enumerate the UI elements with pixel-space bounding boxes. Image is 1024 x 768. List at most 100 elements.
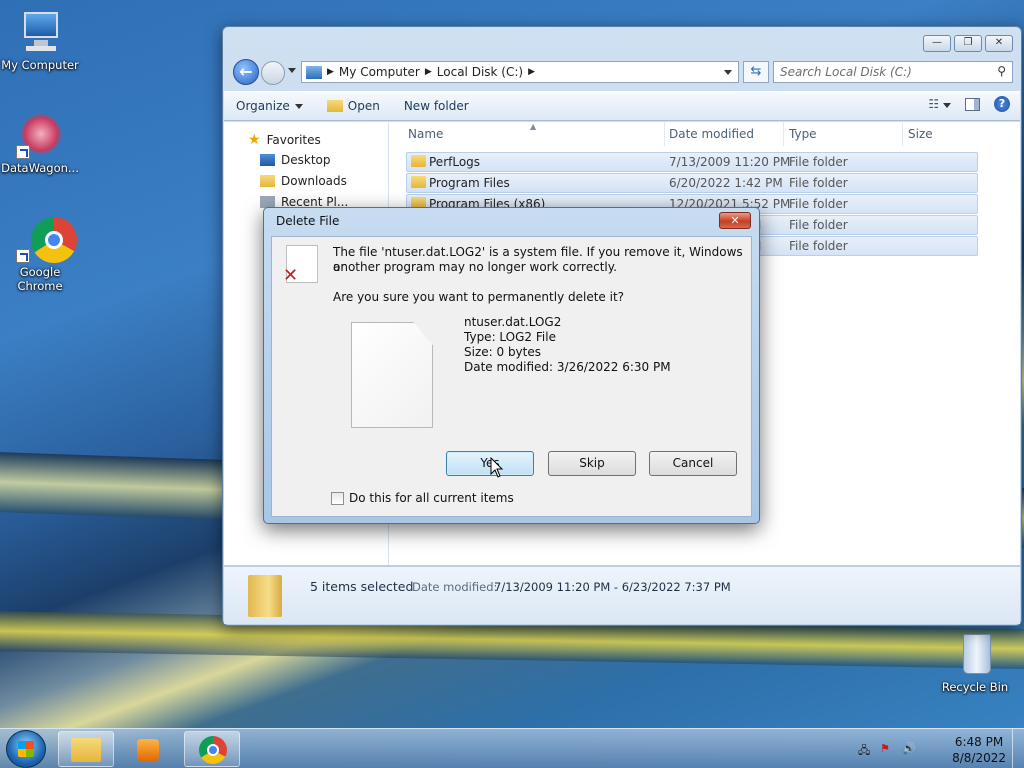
nav-label: Favorites [266, 133, 321, 147]
nav-label: Downloads [281, 174, 347, 188]
search-icon: ⚲ [997, 64, 1006, 78]
row-type: File folder [789, 155, 848, 169]
star-icon: ★ [248, 132, 261, 148]
minimize-button[interactable]: — [923, 35, 951, 52]
downloads-folder-icon [260, 175, 275, 187]
refresh-button[interactable]: ⇆ [743, 61, 769, 83]
forward-button[interactable] [261, 61, 285, 85]
search-input[interactable]: Search Local Disk (C:) ⚲ [773, 61, 1013, 83]
chevron-right-icon[interactable]: ▶ [425, 67, 432, 77]
taskbar-chrome-button[interactable] [184, 731, 240, 767]
apply-to-all-checkbox[interactable]: Do this for all current items [331, 491, 514, 505]
file-name: ntuser.dat.LOG2 [464, 315, 562, 329]
desktop-icon-datawagon[interactable]: DataWagon... [0, 113, 80, 175]
nav-desktop[interactable]: Desktop [260, 153, 331, 167]
start-button[interactable] [6, 730, 46, 768]
folder-icon [411, 176, 426, 188]
chevron-down-icon [294, 103, 303, 109]
open-button[interactable]: Open [315, 99, 392, 113]
row-type: File folder [789, 239, 848, 253]
recycle-bin-icon [951, 632, 999, 678]
cancel-button[interactable]: Cancel [649, 451, 737, 476]
breadcrumb-my-computer[interactable]: My Computer [334, 65, 425, 79]
checkbox-box[interactable] [331, 491, 344, 505]
shortcut-arrow-icon [16, 249, 30, 263]
view-options-button[interactable]: ☷ [928, 97, 951, 111]
organize-label: Organize [236, 99, 290, 113]
action-center-icon[interactable]: ⚑ [880, 742, 894, 755]
volume-icon[interactable]: 🔊 [902, 742, 916, 755]
taskbar: 🖧 ⚑ 🔊 6:48 PM 8/8/2022 [0, 728, 1024, 768]
search-placeholder: Search Local Disk (C:) [780, 65, 912, 79]
new-folder-button[interactable]: New folder [392, 99, 481, 113]
desktop-icon-label: DataWagon... [1, 161, 79, 175]
table-row[interactable]: PerfLogs 7/13/2009 11:20 PM File folder [406, 152, 978, 172]
recent-pages-dropdown[interactable] [288, 68, 296, 73]
explorer-folder-icon [71, 738, 101, 762]
network-icon[interactable]: 🖧 [858, 742, 872, 757]
taskbar-media-player-button[interactable] [120, 731, 176, 767]
desktop-icon-label: My Computer [1, 58, 79, 72]
system-tray: 🖧 ⚑ 🔊 6:48 PM 8/8/2022 [854, 729, 1024, 768]
desktop-icon-google-chrome[interactable]: Google Chrome [0, 217, 80, 293]
breadcrumb-local-disk[interactable]: Local Disk (C:) [432, 65, 528, 79]
column-header-date[interactable]: Date modified [669, 127, 754, 141]
computer-icon [16, 10, 64, 56]
chevron-right-icon[interactable]: ▶ [528, 67, 535, 77]
date-modified-value: 7/13/2009 11:20 PM - 6/23/2022 7:37 PM [494, 580, 731, 594]
desktop-icon-my-computer[interactable]: My Computer [0, 10, 80, 72]
nav-label: Desktop [281, 153, 331, 167]
clock-date: 8/8/2022 [952, 751, 1006, 765]
back-button[interactable]: ← [233, 59, 259, 85]
column-divider [783, 122, 784, 146]
folder-stack-icon [248, 575, 282, 617]
column-divider [664, 122, 665, 146]
maximize-button[interactable]: ❐ [954, 35, 982, 52]
nav-downloads[interactable]: Downloads [260, 174, 347, 188]
organize-button[interactable]: Organize [224, 99, 315, 113]
column-header-name[interactable]: Name [408, 127, 443, 141]
skip-button[interactable]: Skip [548, 451, 636, 476]
table-row[interactable]: Program Files 6/20/2022 1:42 PM File fol… [406, 173, 978, 193]
clock[interactable]: 6:48 PM 8/8/2022 [952, 734, 1006, 766]
row-name: PerfLogs [429, 155, 481, 169]
address-bar[interactable]: ▶ My Computer ▶ Local Disk (C:) ▶ [301, 61, 739, 83]
row-type: File folder [789, 197, 848, 211]
file-size: Size: 0 bytes [464, 345, 541, 359]
row-type: File folder [789, 218, 848, 232]
warning-message-line2: another program may no longer work corre… [333, 260, 617, 274]
address-dropdown[interactable] [724, 70, 732, 75]
selection-count: 5 items selected [310, 579, 414, 594]
preview-pane-button[interactable] [965, 97, 980, 111]
row-name: Program Files [429, 176, 510, 190]
file-type: Type: LOG2 File [464, 330, 556, 344]
chevron-right-icon[interactable]: ▶ [327, 67, 334, 77]
dialog-body: The file 'ntuser.dat.LOG2' is a system f… [271, 236, 752, 517]
delete-file-dialog: Delete File ✕ The file 'ntuser.dat.LOG2'… [263, 207, 760, 524]
dialog-close-button[interactable]: ✕ [719, 212, 751, 229]
close-button[interactable]: ✕ [985, 35, 1013, 52]
datawagon-icon [16, 113, 64, 159]
checkbox-label: Do this for all current items [349, 491, 514, 505]
mouse-cursor-icon [490, 457, 504, 478]
column-header-size[interactable]: Size [908, 127, 933, 141]
folder-open-icon [326, 100, 343, 112]
file-date-modified: Date modified: 3/26/2022 6:30 PM [464, 360, 671, 374]
navigation-bar: ← ▶ My Computer ▶ Local Disk (C:) ▶ ⇆ Se… [231, 59, 1013, 87]
date-modified-label: Date modified: [412, 580, 498, 594]
column-header-type[interactable]: Type [789, 127, 817, 141]
new-folder-label: New folder [403, 99, 469, 113]
window-controls: — ❐ ✕ [923, 35, 1013, 52]
dialog-title: Delete File [276, 214, 340, 228]
help-icon[interactable]: ? [994, 96, 1010, 112]
system-file-warning-icon [283, 245, 318, 286]
nav-favorites[interactable]: ★ Favorites [248, 132, 321, 148]
taskbar-explorer-button[interactable] [58, 731, 114, 767]
open-label: Open [347, 99, 380, 113]
row-date: 6/20/2022 1:42 PM [669, 176, 783, 190]
chrome-icon [16, 217, 77, 263]
show-desktop-button[interactable] [1012, 729, 1024, 768]
desktop-icon [260, 154, 275, 166]
row-type: File folder [789, 176, 848, 190]
desktop-icon-recycle-bin[interactable]: Recycle Bin [935, 632, 1015, 694]
